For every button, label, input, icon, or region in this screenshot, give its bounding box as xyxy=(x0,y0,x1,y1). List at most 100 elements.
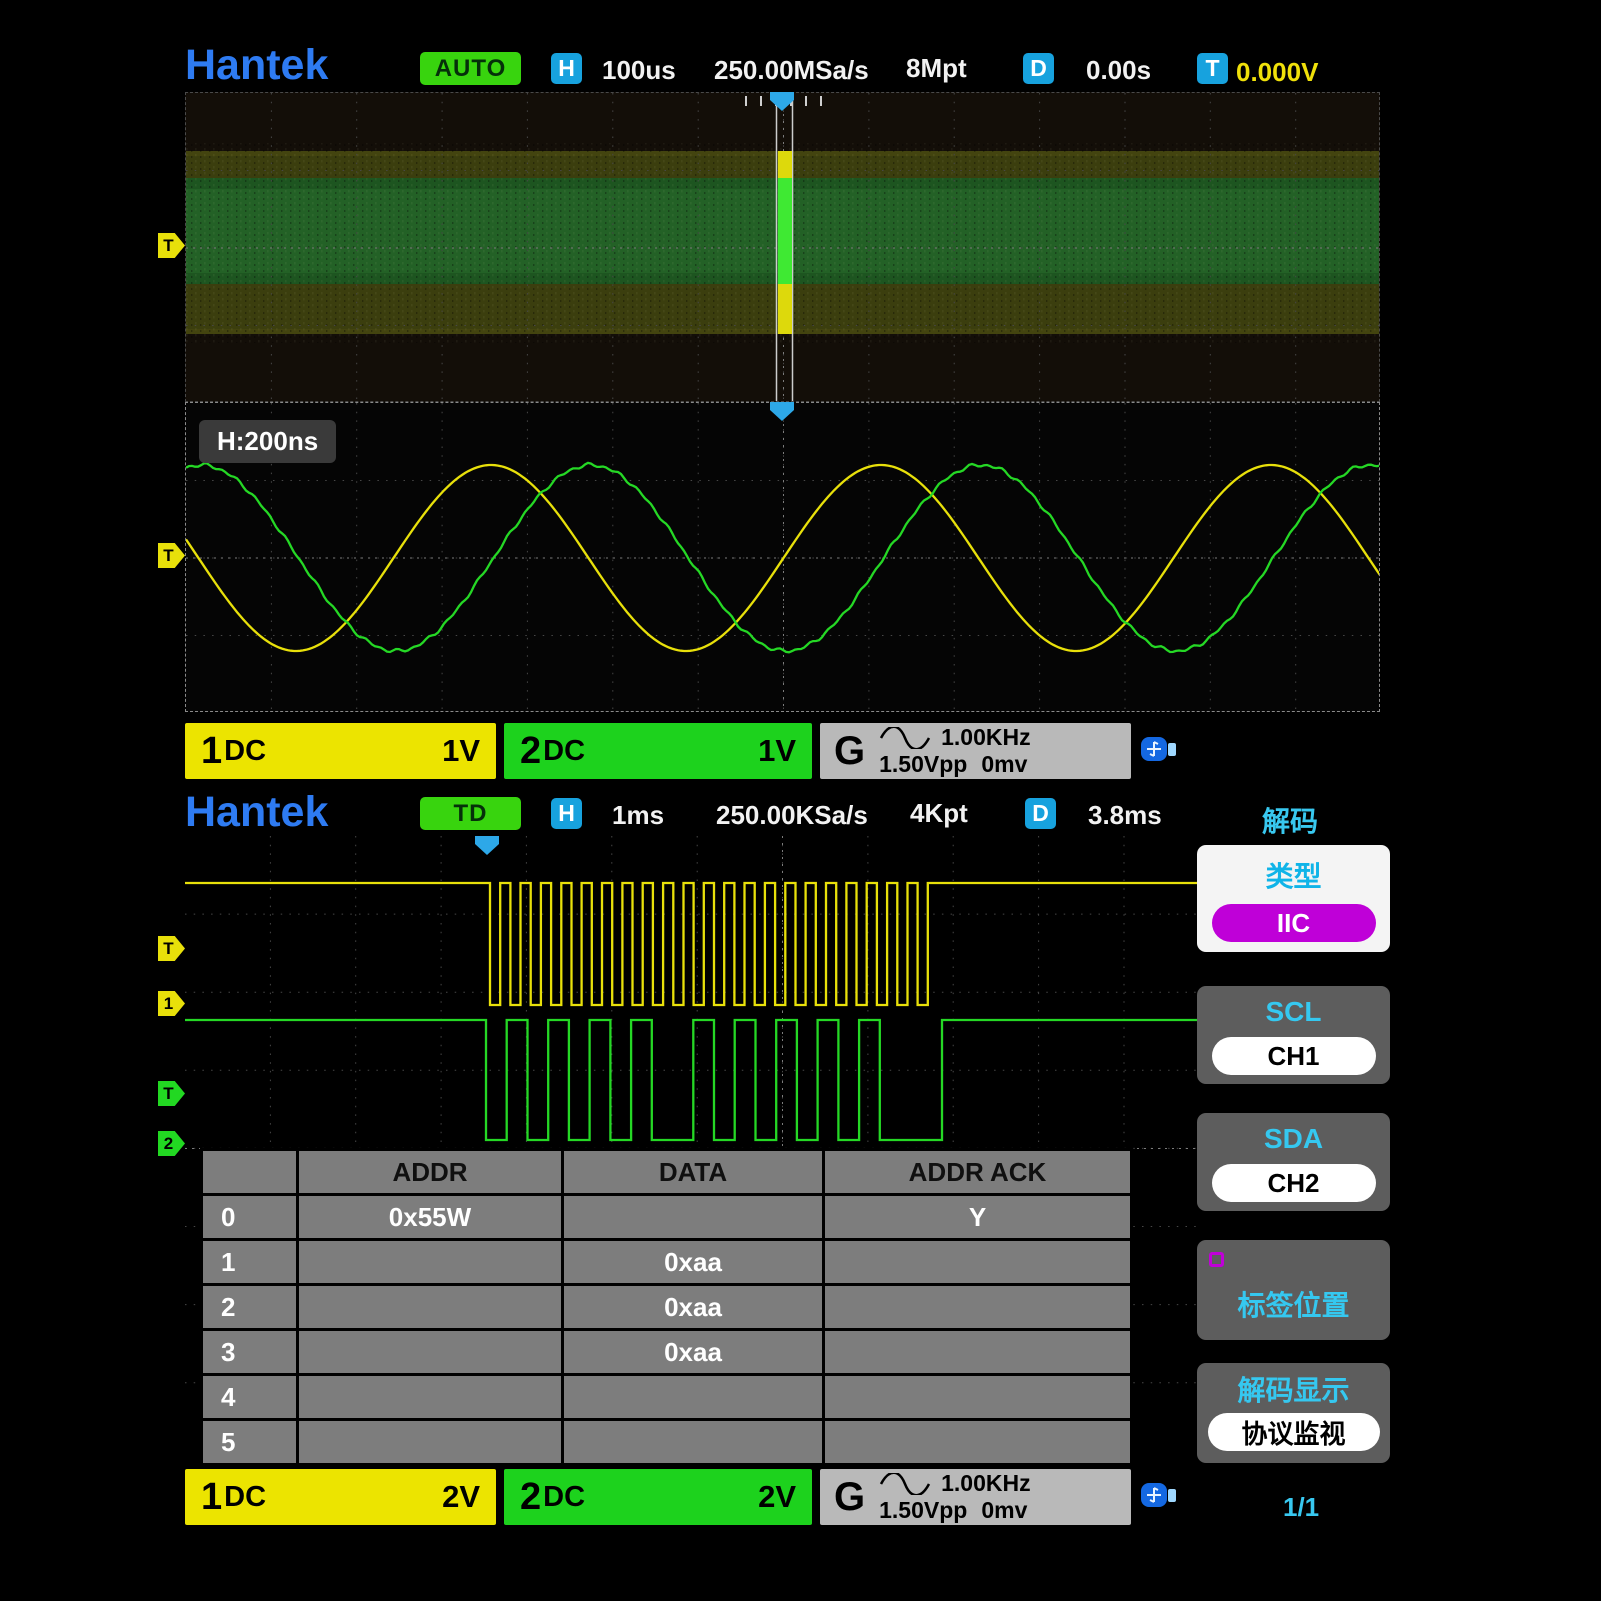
ch1-status-box[interactable]: 1 DC 2V xyxy=(185,1469,496,1525)
table-header-addr: ADDR xyxy=(299,1151,561,1193)
generator-frequency: 1.00KHz xyxy=(941,724,1030,751)
table-cell-ack xyxy=(825,1241,1130,1283)
generator-label: G xyxy=(834,729,865,774)
ch1-coupling: DC xyxy=(224,1481,266,1514)
ch1-scale: 2V xyxy=(442,1479,480,1515)
zoom-sliver-ch1-bottom xyxy=(778,284,792,334)
ch2-ground-marker[interactable]: 2 xyxy=(158,1131,185,1156)
table-row-index: 2 xyxy=(203,1286,296,1328)
ch2-status-box[interactable]: 2 DC 1V xyxy=(504,723,812,779)
delay-readout: 0.00s xyxy=(1086,55,1151,86)
table-cell-data xyxy=(564,1421,822,1463)
table-cell-addr xyxy=(299,1286,561,1328)
menu-page-indicator: 1/1 xyxy=(1283,1492,1319,1523)
acquisition-mode-badge: TD xyxy=(420,797,521,830)
ch1-number: 1 xyxy=(201,730,222,773)
sample-rate-readout: 250.00KSa/s xyxy=(716,800,868,831)
generator-offset: 0mv xyxy=(981,1497,1027,1524)
ch1-coupling: DC xyxy=(224,735,266,768)
table-cell-ack: Y xyxy=(825,1196,1130,1238)
usb-icon xyxy=(1140,734,1180,764)
memory-depth-readout: 8Mpt xyxy=(906,53,967,84)
table-cell-data xyxy=(564,1196,822,1238)
main-waveform-area xyxy=(185,92,1380,402)
horizontal-icon: H xyxy=(551,798,582,829)
ch1-number: 1 xyxy=(201,1476,222,1519)
zoom-trigger-level-marker[interactable]: T xyxy=(158,543,185,568)
acquisition-mode-badge: AUTO xyxy=(420,52,521,85)
table-cell-addr: 0x55W xyxy=(299,1196,561,1238)
ch2-number: 2 xyxy=(520,1476,541,1519)
table-cell-data: 0xaa xyxy=(564,1331,822,1373)
generator-offset: 0mv xyxy=(981,751,1027,778)
table-header-data: DATA xyxy=(564,1151,822,1193)
brand-logo: Hantek xyxy=(185,44,328,87)
menu-decode-display[interactable]: 解码显示 协议监视 xyxy=(1197,1363,1390,1463)
ch1-ground-marker[interactable]: 1 xyxy=(158,991,185,1016)
table-header-ack: ADDR ACK xyxy=(825,1151,1130,1193)
zoom-timebase-label: H:200ns xyxy=(199,420,336,463)
trigger-level-marker-ch2[interactable]: T xyxy=(158,1081,185,1106)
table-cell-addr xyxy=(299,1331,561,1373)
table-row-index: 5 xyxy=(203,1421,296,1463)
table-row-index: 3 xyxy=(203,1331,296,1373)
ch1-status-box[interactable]: 1 DC 1V xyxy=(185,723,496,779)
menu-decode-display-label: 解码显示 xyxy=(1197,1369,1390,1409)
decode-menu-title: 解码 xyxy=(1262,800,1318,840)
table-row-index: 4 xyxy=(203,1376,296,1418)
menu-scl-value[interactable]: CH1 xyxy=(1212,1037,1376,1075)
trigger-icon: T xyxy=(1197,53,1228,84)
ch2-scale: 2V xyxy=(758,1479,796,1515)
sample-rate-readout: 250.00MSa/s xyxy=(714,55,869,86)
menu-type[interactable]: 类型 IIC xyxy=(1197,845,1390,952)
table-cell-addr xyxy=(299,1376,561,1418)
delay-readout: 3.8ms xyxy=(1088,800,1162,831)
label-position-icon xyxy=(1209,1252,1224,1267)
memory-depth-readout: 4Kpt xyxy=(910,798,968,829)
table-cell-ack xyxy=(825,1286,1130,1328)
trigger-level-marker-ch1[interactable]: T xyxy=(158,233,185,258)
generator-status-box[interactable]: G 1.00KHz 1.50Vpp 0mv xyxy=(820,723,1131,779)
timebase-readout: 100us xyxy=(602,55,676,86)
table-cell-addr xyxy=(299,1421,561,1463)
sine-icon xyxy=(879,727,931,749)
table-header-blank xyxy=(203,1151,296,1193)
compressed-waveform xyxy=(186,93,1380,402)
generator-amplitude: 1.50Vpp xyxy=(879,751,967,778)
ch2-scale: 1V xyxy=(758,733,796,769)
menu-scl[interactable]: SCL CH1 xyxy=(1197,986,1390,1084)
menu-scl-label: SCL xyxy=(1197,996,1390,1028)
delay-icon: D xyxy=(1023,53,1054,84)
ch2-coupling: DC xyxy=(543,1481,585,1514)
menu-sda[interactable]: SDA CH2 xyxy=(1197,1113,1390,1211)
trigger-level-readout: 0.000V xyxy=(1236,57,1318,88)
menu-label-position-text: 标签位置 xyxy=(1197,1284,1390,1324)
table-cell-addr xyxy=(299,1241,561,1283)
square-wave-traces xyxy=(185,883,1197,1140)
menu-type-value[interactable]: IIC xyxy=(1212,904,1376,942)
timebase-readout: 1ms xyxy=(612,800,664,831)
generator-status-box[interactable]: G 1.00KHz 1.50Vpp 0mv xyxy=(820,1469,1131,1525)
menu-sda-value[interactable]: CH2 xyxy=(1212,1164,1376,1202)
generator-amplitude: 1.50Vpp xyxy=(879,1497,967,1524)
menu-label-position[interactable]: 标签位置 xyxy=(1197,1240,1390,1340)
zoom-waveform xyxy=(186,403,1380,712)
generator-label: G xyxy=(834,1475,865,1520)
table-cell-ack xyxy=(825,1376,1130,1418)
usb-icon xyxy=(1140,1480,1180,1510)
trigger-level-marker-ch1[interactable]: T xyxy=(158,936,185,961)
table-row-index: 1 xyxy=(203,1241,296,1283)
decode-table: ADDR DATA ADDR ACK 0 0x55W Y 1 0xaa 2 0x… xyxy=(200,1148,1133,1466)
zoom-sliver-ch2 xyxy=(778,178,792,284)
zoom-waveform-area xyxy=(185,402,1380,712)
menu-type-label: 类型 xyxy=(1197,855,1390,895)
table-cell-ack xyxy=(825,1421,1130,1463)
menu-decode-display-value[interactable]: 协议监视 xyxy=(1208,1413,1380,1451)
ch2-status-box[interactable]: 2 DC 2V xyxy=(504,1469,812,1525)
generator-frequency: 1.00KHz xyxy=(941,1470,1030,1497)
zoom-sliver-ch1-top xyxy=(778,151,792,178)
sine-icon xyxy=(879,1473,931,1495)
table-cell-data: 0xaa xyxy=(564,1241,822,1283)
ch2-number: 2 xyxy=(520,730,541,773)
table-row-index: 0 xyxy=(203,1196,296,1238)
